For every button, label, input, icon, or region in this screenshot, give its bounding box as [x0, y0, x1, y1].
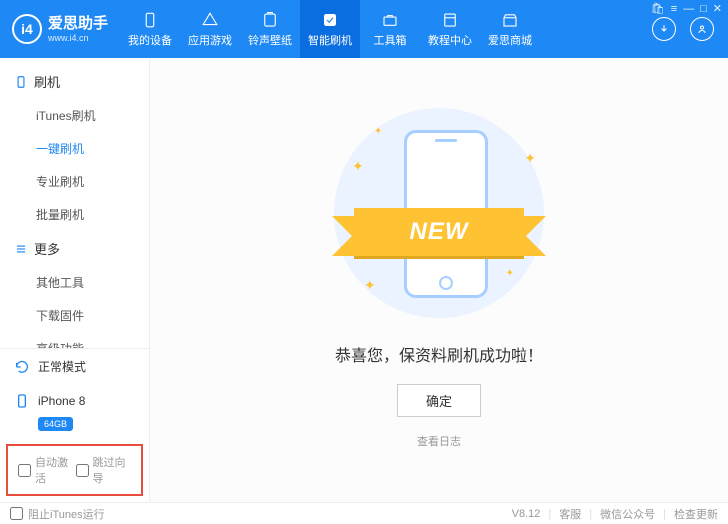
sidebar-item-other-tools[interactable]: 其他工具 — [0, 266, 149, 299]
brand: 爱思助手 www.i4.cn — [48, 15, 108, 44]
sidebar-group-more[interactable]: 更多 — [0, 231, 149, 266]
logo-area: i4 爱思助手 www.i4.cn — [0, 0, 120, 58]
nav-label: 智能刷机 — [308, 32, 352, 48]
download-button[interactable] — [652, 17, 676, 41]
sparkle-icon: ✦ — [364, 277, 376, 294]
sparkle-icon: ✦ — [352, 158, 364, 175]
sidebar-item-itunes-flash[interactable]: iTunes刷机 — [0, 99, 149, 132]
options-row: 自动激活 跳过向导 — [6, 444, 143, 496]
ok-button[interactable]: 确定 — [397, 384, 481, 417]
divider: | — [589, 508, 592, 520]
menu-icon[interactable]: ≡ — [671, 3, 677, 15]
footer-link-wechat[interactable]: 微信公众号 — [600, 506, 655, 522]
block-itunes-input[interactable] — [10, 507, 23, 520]
main-panel: NEW ✦ ✦ ✦ ✦ ✦ 恭喜您，保资料刷机成功啦！ 确定 查看日志 — [150, 58, 728, 502]
nav-label: 铃声壁纸 — [248, 32, 292, 48]
sidebar-item-one-click-flash[interactable]: 一键刷机 — [0, 132, 149, 165]
checkbox-label: 阻止iTunes运行 — [28, 506, 105, 522]
device-row[interactable]: iPhone 8 64GB — [0, 384, 149, 440]
close-button[interactable]: ✕ — [713, 2, 722, 15]
nav-label: 爱思商城 — [488, 32, 532, 48]
nav-toolbox[interactable]: 工具箱 — [360, 0, 420, 58]
refresh-icon — [14, 359, 30, 375]
sidebar-group-flash[interactable]: 刷机 — [0, 64, 149, 99]
sidebar-group-title: 刷机 — [34, 72, 60, 91]
sidebar-item-download-fw[interactable]: 下载固件 — [0, 299, 149, 332]
sparkle-icon: ✦ — [524, 150, 536, 167]
sidebar-bottom: 正常模式 iPhone 8 64GB 自动激活 跳过向导 — [0, 348, 149, 502]
sidebar-item-batch-flash[interactable]: 批量刷机 — [0, 198, 149, 231]
checkbox-label: 跳过向导 — [93, 454, 132, 486]
success-message: 恭喜您，保资料刷机成功啦！ — [335, 342, 543, 366]
sidebar-group-title: 更多 — [34, 239, 60, 258]
toolbox-icon — [381, 11, 399, 29]
nav-flash[interactable]: 智能刷机 — [300, 0, 360, 58]
book-icon — [441, 11, 459, 29]
phone-icon — [141, 11, 159, 29]
nav-apps[interactable]: 应用游戏 — [180, 0, 240, 58]
apps-icon — [201, 11, 219, 29]
skip-wizard-input[interactable] — [76, 464, 89, 477]
phone-outline-icon — [14, 75, 28, 89]
auto-activate-input[interactable] — [18, 464, 31, 477]
mode-row[interactable]: 正常模式 — [0, 349, 149, 384]
logo-icon: i4 — [12, 14, 42, 44]
nav-label: 我的设备 — [128, 32, 172, 48]
window-controls: 🛍 ≡ — □ ✕ — [651, 2, 722, 15]
footer-link-update[interactable]: 检查更新 — [674, 506, 718, 522]
user-button[interactable] — [690, 17, 714, 41]
success-illustration: NEW ✦ ✦ ✦ ✦ ✦ — [334, 108, 544, 318]
nav-tutorials[interactable]: 教程中心 — [420, 0, 480, 58]
sidebar-scroll: 刷机 iTunes刷机 一键刷机 专业刷机 批量刷机 更多 其他工具 下载固件 … — [0, 58, 149, 348]
auto-activate-checkbox[interactable]: 自动激活 — [18, 454, 74, 486]
minimize-button[interactable]: — — [683, 3, 694, 15]
body: 刷机 iTunes刷机 一键刷机 专业刷机 批量刷机 更多 其他工具 下载固件 … — [0, 58, 728, 502]
nav-ringtones[interactable]: 铃声壁纸 — [240, 0, 300, 58]
version-label: V8.12 — [512, 508, 541, 520]
brand-url: www.i4.cn — [48, 33, 108, 44]
sparkle-icon: ✦ — [506, 268, 514, 279]
music-icon — [261, 11, 279, 29]
maximize-button[interactable]: □ — [700, 3, 707, 15]
checkbox-label: 自动激活 — [35, 454, 74, 486]
sparkle-icon: ✦ — [374, 126, 382, 137]
brand-name: 爱思助手 — [48, 15, 108, 33]
cart-icon[interactable]: 🛍 — [651, 2, 665, 15]
footer-link-support[interactable]: 客服 — [559, 506, 581, 522]
sidebar: 刷机 iTunes刷机 一键刷机 专业刷机 批量刷机 更多 其他工具 下载固件 … — [0, 58, 150, 502]
sidebar-item-advanced[interactable]: 高级功能 — [0, 332, 149, 348]
nav-shop[interactable]: 爱思商城 — [480, 0, 540, 58]
view-log-link[interactable]: 查看日志 — [417, 433, 461, 449]
nav-label: 工具箱 — [374, 32, 407, 48]
footer-right: V8.12 | 客服 | 微信公众号 | 检查更新 — [512, 506, 718, 522]
top-nav: 我的设备 应用游戏 铃声壁纸 智能刷机 工具箱 教程中心 爱思商城 — [120, 0, 638, 58]
mode-label: 正常模式 — [38, 358, 86, 375]
divider: | — [548, 508, 551, 520]
skip-wizard-checkbox[interactable]: 跳过向导 — [76, 454, 132, 486]
shop-icon — [501, 11, 519, 29]
device-icon — [14, 393, 30, 409]
header: i4 爱思助手 www.i4.cn 我的设备 应用游戏 铃声壁纸 智能刷机 工具… — [0, 0, 728, 58]
footer: 阻止iTunes运行 V8.12 | 客服 | 微信公众号 | 检查更新 — [0, 502, 728, 524]
nav-label: 应用游戏 — [188, 32, 232, 48]
storage-badge: 64GB — [38, 417, 73, 431]
device-name: iPhone 8 — [38, 394, 85, 408]
nav-my-device[interactable]: 我的设备 — [120, 0, 180, 58]
nav-label: 教程中心 — [428, 32, 472, 48]
list-icon — [14, 242, 28, 256]
block-itunes-checkbox[interactable]: 阻止iTunes运行 — [10, 506, 105, 522]
divider: | — [663, 508, 666, 520]
flash-icon — [321, 11, 339, 29]
new-ribbon: NEW — [354, 208, 524, 256]
sidebar-item-pro-flash[interactable]: 专业刷机 — [0, 165, 149, 198]
